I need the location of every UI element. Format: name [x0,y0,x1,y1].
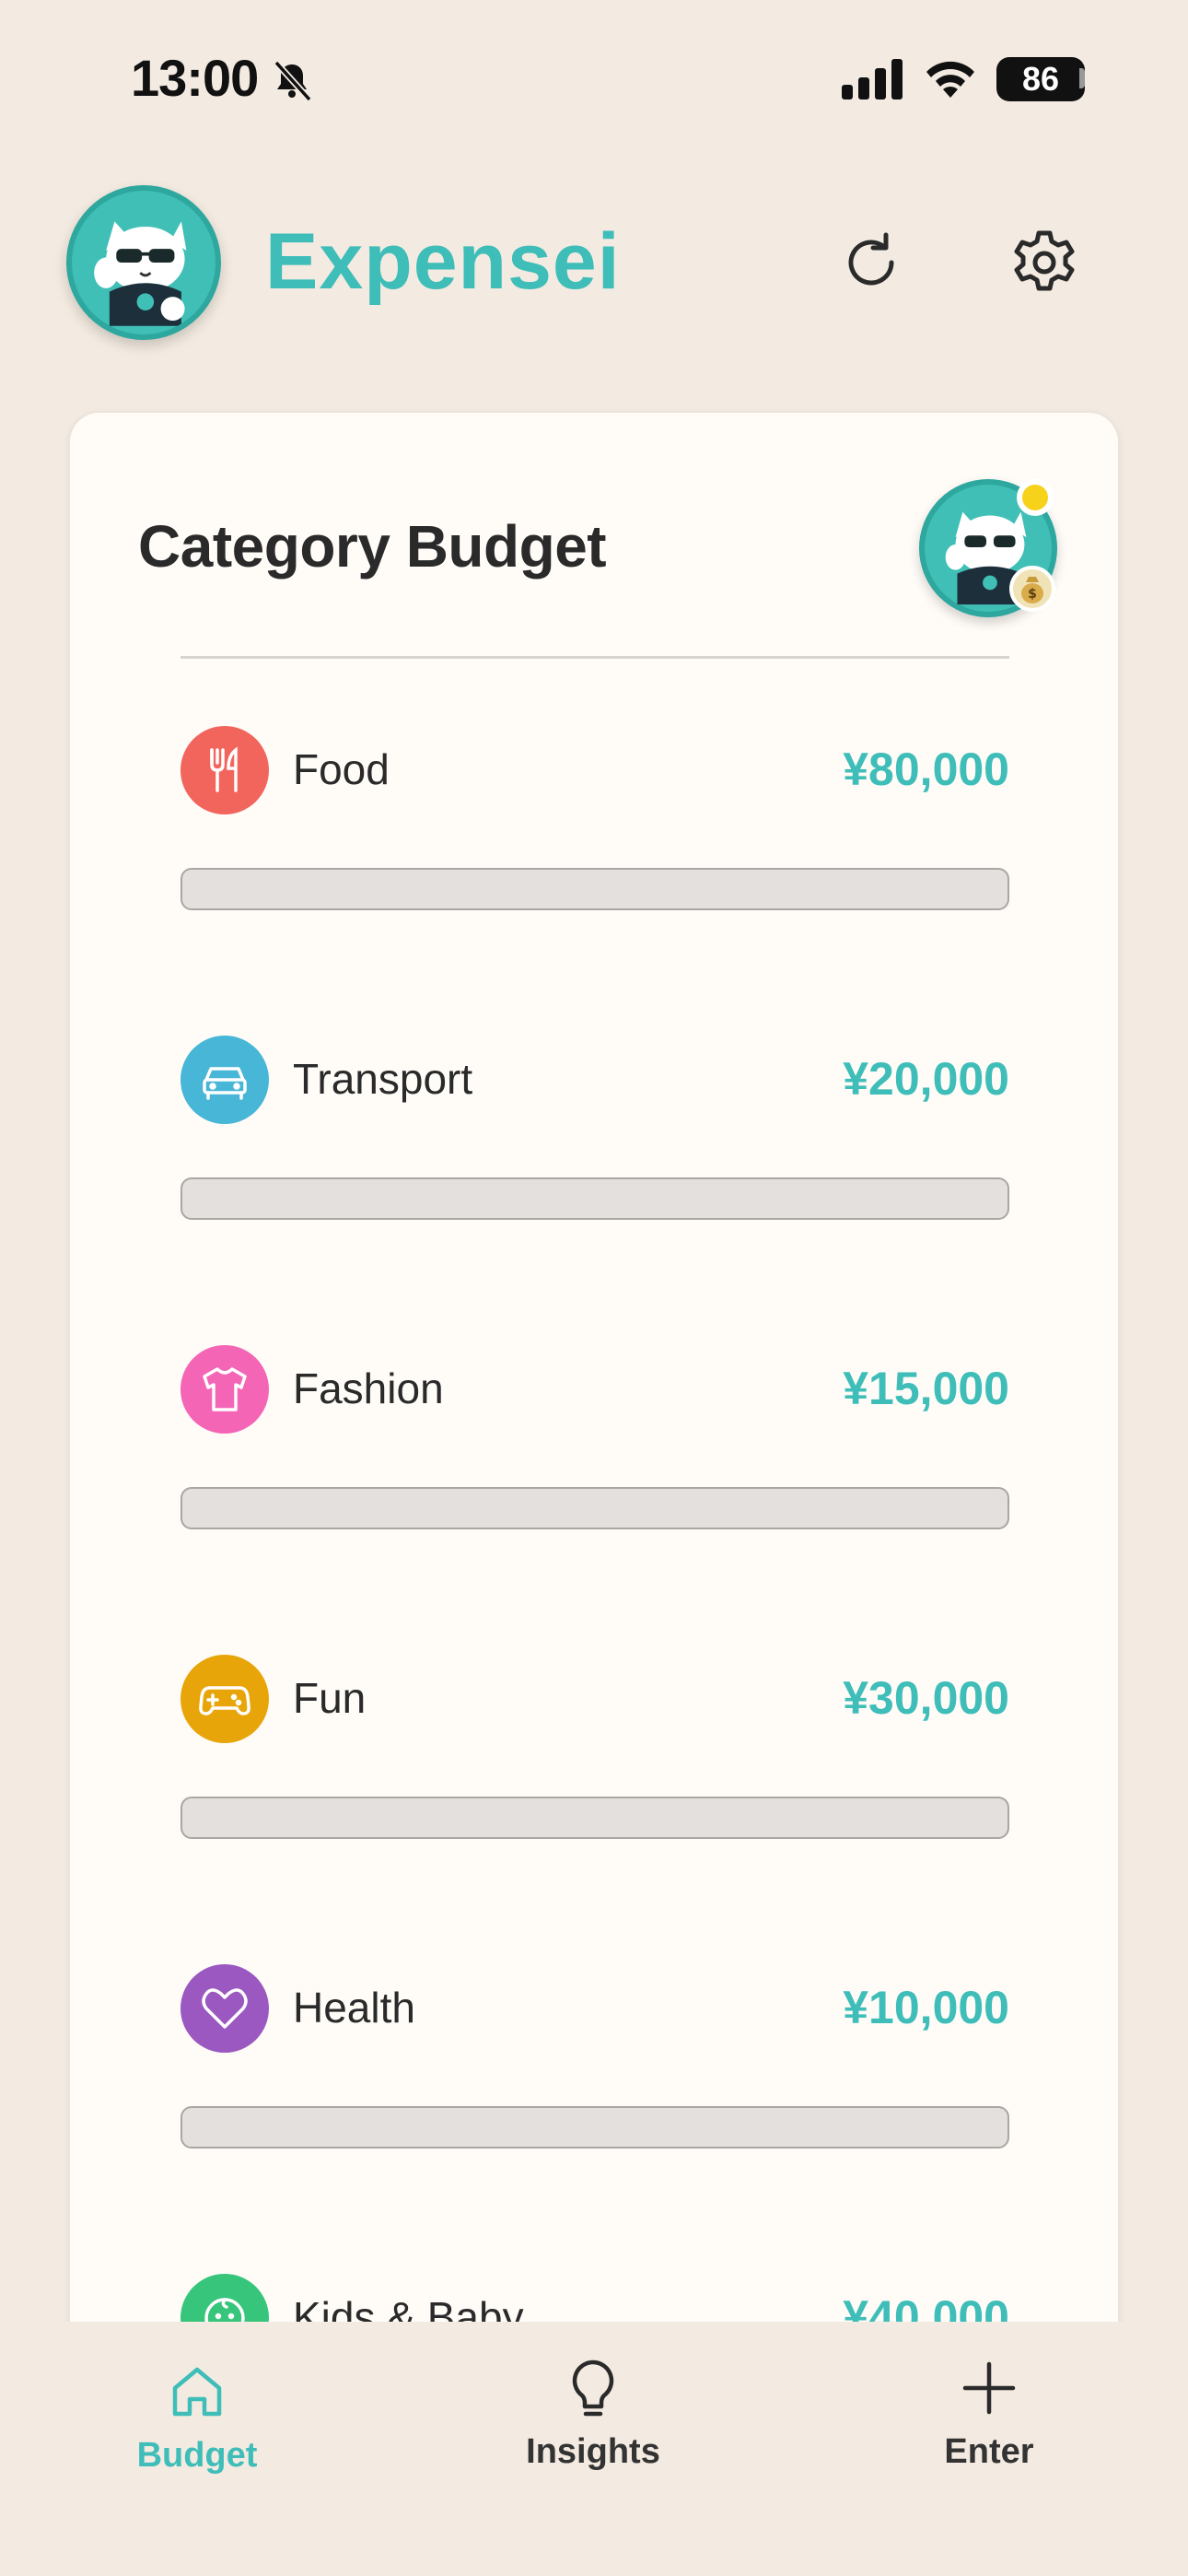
app-header: Expensei [0,180,1188,345]
cat-logo-icon [66,185,221,340]
budget-progress-bar [181,1177,1009,1220]
category-amount: ¥80,000 [843,744,1009,795]
budget-progress-bar [181,1487,1009,1529]
app-title: Expensei [265,217,621,306]
svg-text:$: $ [1028,587,1037,602]
category-amount: ¥15,000 [843,1363,1009,1414]
gamepad-icon [181,1655,269,1743]
signal-icon [842,59,903,100]
wifi-icon [926,61,974,98]
bell-off-icon [274,60,312,102]
lightbulb-icon [572,2359,614,2417]
notification-dot [1017,479,1054,516]
refresh-icon[interactable] [834,226,908,299]
category-name: Fun [293,1674,367,1722]
battery-nub [1079,68,1085,88]
category-row-health[interactable]: Health ¥10,000 [181,1964,1009,2185]
divider [181,656,1009,659]
nav-enter[interactable]: Enter [869,2355,1109,2484]
bottom-nav: Budget Insights Enter [0,2322,1188,2576]
heart-icon [181,1964,269,2053]
category-name: Transport [293,1055,473,1103]
plus-icon [962,2361,1016,2415]
category-name: Fashion [293,1364,444,1412]
gear-icon[interactable] [1007,226,1081,299]
category-row-transport[interactable]: Transport ¥20,000 [181,1036,1009,1257]
shirt-icon [181,1345,269,1434]
battery-indicator: 86 [996,57,1085,101]
nav-label: Insights [526,2432,660,2471]
category-row-fun[interactable]: Fun ¥30,000 [181,1655,1009,1876]
nav-insights[interactable]: Insights [473,2355,713,2484]
utensils-icon [181,726,269,814]
budget-progress-bar [181,2106,1009,2149]
card-title: Category Budget [138,513,607,580]
category-amount: ¥20,000 [843,1053,1009,1105]
money-bag-icon: $ [1009,566,1055,612]
budget-progress-bar [181,868,1009,910]
category-row-fashion[interactable]: Fashion ¥15,000 [181,1345,1009,1566]
category-name: Food [293,745,390,793]
category-row-food[interactable]: Food ¥80,000 [181,726,1009,947]
nav-label: Budget [136,2436,258,2475]
nav-budget[interactable]: Budget [77,2359,317,2488]
budget-progress-bar [181,1797,1009,1839]
status-time: 13:00 [131,49,259,107]
nav-label: Enter [944,2432,1034,2471]
car-icon [181,1036,269,1124]
category-budget-card: Category Budget $ Food ¥80,000 Transport… [68,411,1120,2576]
category-amount: ¥30,000 [843,1672,1009,1724]
category-name: Health [293,1984,415,2032]
home-icon [172,2367,222,2417]
category-amount: ¥10,000 [843,1982,1009,2033]
status-bar: 13:00 86 [0,0,1188,161]
